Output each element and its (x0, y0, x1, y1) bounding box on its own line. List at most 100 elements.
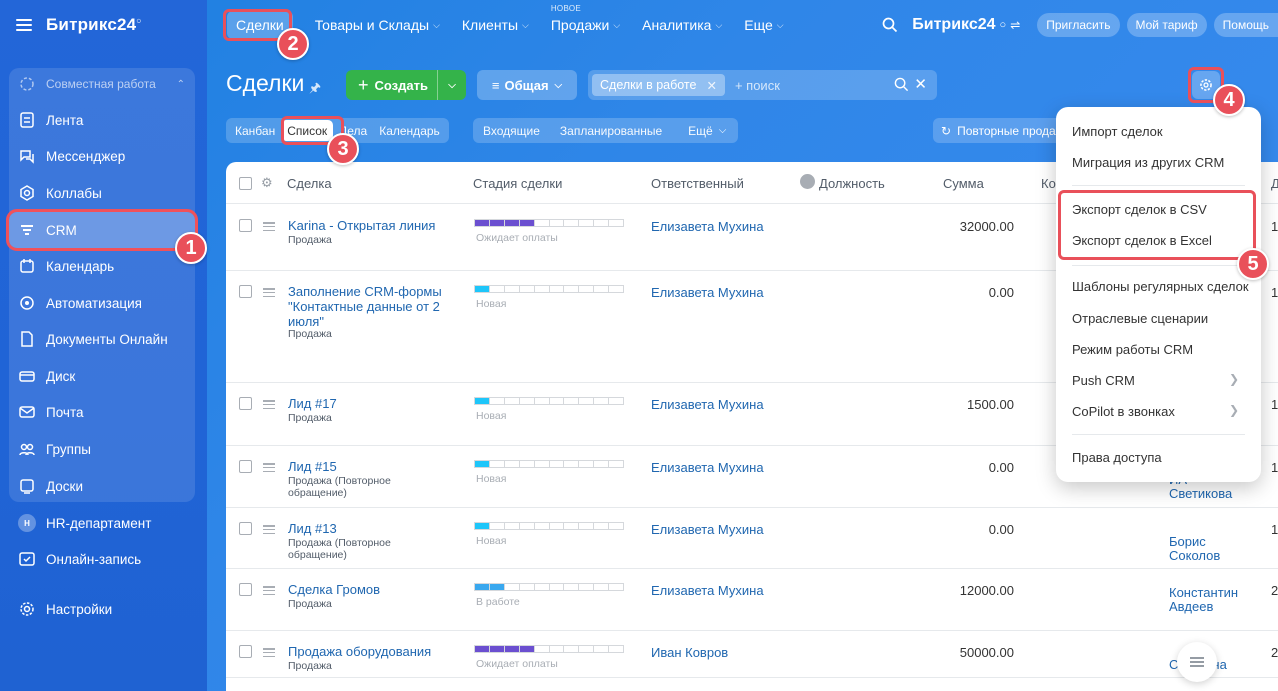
sidebar-item-settings[interactable]: Настройки (9, 591, 195, 627)
drag-handle-icon[interactable] (263, 222, 275, 231)
menu-item-crm-mode[interactable]: Режим работы CRM (1072, 342, 1193, 357)
deal-title-link[interactable]: Сделка Громов (288, 582, 448, 597)
deal-title-link[interactable]: Лид #15 (288, 459, 448, 474)
sidebar-item-calendar[interactable]: Календарь (9, 248, 195, 284)
column-contact[interactable]: Ко (1041, 176, 1056, 191)
menu-item-export-csv[interactable]: Экспорт сделок в CSV (1072, 202, 1207, 217)
chevron-up-icon[interactable]: ⌃ (177, 79, 185, 90)
row-checkbox[interactable] (239, 460, 252, 473)
sidebar-item-booking[interactable]: Онлайн-запись (9, 541, 195, 577)
stage-progress[interactable] (474, 645, 624, 653)
create-button[interactable]: + Создать ⌵ (346, 70, 466, 100)
sidebar-item-documents[interactable]: Документы Онлайн (9, 321, 195, 357)
filter-search-bar[interactable]: Сделки в работе ✕ ✕ (588, 70, 937, 100)
logo[interactable]: Битрикс24○ (46, 15, 142, 35)
menu-item-migration[interactable]: Миграция из других CRM (1072, 155, 1224, 170)
row-checkbox[interactable] (239, 583, 252, 596)
stage-progress[interactable] (474, 219, 624, 227)
responsible-link[interactable]: Иван Ковров (651, 645, 728, 660)
stage-progress[interactable] (474, 583, 624, 591)
table-row[interactable]: Сделка Громов Продажа В работе Елизавета Му… (226, 569, 1278, 631)
clear-search-icon[interactable]: ✕ (914, 75, 927, 93)
nav-products[interactable]: Товары и Склады ⌵ (315, 17, 440, 33)
sidebar-item-crm[interactable]: CRM (6, 209, 198, 251)
filter-planned[interactable]: Запланированные (554, 120, 668, 141)
select-all-checkbox[interactable] (239, 177, 252, 190)
tab-list[interactable]: Список (281, 120, 334, 141)
table-row[interactable]: Продажа продукта ПетровЕлизавета Мухина1… (226, 678, 1278, 691)
nav-sales[interactable]: НОВОЕ Продажи ⌵ (551, 4, 620, 33)
responsible-link[interactable]: Елизавета Мухина (651, 583, 764, 598)
column-stage[interactable]: Стадия сделки (473, 176, 562, 191)
sidebar-item-mail[interactable]: Почта (9, 394, 195, 430)
column-responsible[interactable]: Ответственный (651, 176, 744, 191)
column-sum[interactable]: Сумма (943, 176, 984, 191)
column-position[interactable]: Должность (819, 176, 885, 191)
stage-progress[interactable] (474, 460, 624, 468)
search-icon[interactable] (894, 77, 909, 95)
responsible-link[interactable]: Елизавета Мухина (651, 397, 764, 412)
filter-more[interactable]: Ещё (682, 120, 719, 141)
menu-item-export-excel[interactable]: Экспорт сделок в Excel (1072, 233, 1212, 248)
row-checkbox[interactable] (239, 397, 252, 410)
menu-item-push-crm[interactable]: Push CRM (1072, 373, 1135, 388)
stage-progress[interactable] (474, 397, 624, 405)
table-row[interactable]: Продажа оборудования Продажа Ожидает оплат… (226, 631, 1278, 678)
drag-handle-icon[interactable] (263, 525, 275, 534)
sidebar-item-groups[interactable]: Группы (9, 431, 195, 467)
help-button[interactable]: Помощь (1213, 13, 1278, 37)
nav-more[interactable]: Еще ⌵ (744, 17, 783, 33)
category-button[interactable]: ≡ Общая ⌵ (477, 70, 577, 100)
menu-item-access-rights[interactable]: Права доступа (1072, 450, 1162, 465)
pin-icon[interactable]: 🖈 (309, 79, 321, 101)
menu-item-import[interactable]: Импорт сделок (1072, 124, 1163, 139)
responsible-link[interactable]: Елизавета Мухина (651, 285, 764, 300)
brand-logo[interactable]: Битрикс24 (912, 16, 995, 34)
contact-link[interactable]: Борис Соколов (1169, 535, 1249, 563)
row-checkbox[interactable] (239, 219, 252, 232)
contact-link[interactable]: Константин Авдеев (1169, 586, 1249, 614)
menu-item-copilot-calls[interactable]: CoPilot в звонках (1072, 404, 1175, 419)
menu-item-industry-scenarios[interactable]: Отраслевые сценарии (1072, 311, 1208, 326)
column-deal[interactable]: Сделка (287, 176, 332, 191)
deal-title-link[interactable]: Лид #13 (288, 521, 448, 536)
deal-title-link[interactable]: Лид #17 (288, 396, 448, 411)
row-checkbox[interactable] (239, 522, 252, 535)
search-icon[interactable] (882, 17, 898, 33)
nav-clients[interactable]: Клиенты ⌵ (462, 17, 529, 33)
row-checkbox[interactable] (239, 645, 252, 658)
responsible-link[interactable]: Елизавета Мухина (651, 522, 764, 537)
deal-title-link[interactable]: Karina - Открытая линия (288, 218, 448, 233)
sidebar-item-hr[interactable]: H HR-департамент (9, 505, 195, 541)
create-dropdown-chevron-icon[interactable]: ⌵ (437, 70, 466, 100)
floating-menu-button[interactable] (1177, 642, 1217, 682)
drag-handle-icon[interactable] (263, 648, 275, 657)
tab-calendar[interactable]: Календарь (373, 120, 446, 141)
responsible-link[interactable]: Елизавета Мухина (651, 219, 764, 234)
invite-button[interactable]: Пригласить (1037, 13, 1120, 37)
search-input[interactable] (734, 77, 895, 93)
sync-icon[interactable]: ⇌ (1010, 18, 1020, 32)
menu-burger-icon[interactable] (16, 19, 32, 31)
column-date[interactable]: Д (1271, 176, 1278, 191)
column-settings-gear-icon[interactable]: ⚙ (261, 175, 273, 191)
tab-kanban[interactable]: Канбан (229, 120, 281, 141)
filter-chip[interactable]: Сделки в работе ✕ (592, 74, 725, 96)
menu-item-recurring-templates[interactable]: Шаблоны регулярных сделок (1072, 279, 1249, 294)
row-checkbox[interactable] (239, 285, 252, 298)
sidebar-item-boards[interactable]: Доски (9, 468, 195, 504)
tariff-button[interactable]: Мой тариф (1126, 13, 1207, 37)
drag-handle-icon[interactable] (263, 463, 275, 472)
sidebar-item-collabs[interactable]: Коллабы (9, 175, 195, 211)
sidebar-item-feed[interactable]: Лента (9, 102, 195, 138)
drag-handle-icon[interactable] (263, 586, 275, 595)
responsible-link[interactable]: Елизавета Мухина (651, 460, 764, 475)
drag-handle-icon[interactable] (263, 400, 275, 409)
sidebar-group-header[interactable]: Совместная работа ⌃ (9, 66, 195, 102)
filter-incoming[interactable]: Входящие (477, 120, 546, 141)
drag-handle-icon[interactable] (263, 288, 275, 297)
sidebar-item-disk[interactable]: Диск (9, 358, 195, 394)
sidebar-item-messenger[interactable]: Мессенджер (9, 138, 195, 174)
repeat-sales-button[interactable]: ↻ Повторные продажи (933, 118, 1063, 143)
stage-progress[interactable] (474, 522, 624, 530)
